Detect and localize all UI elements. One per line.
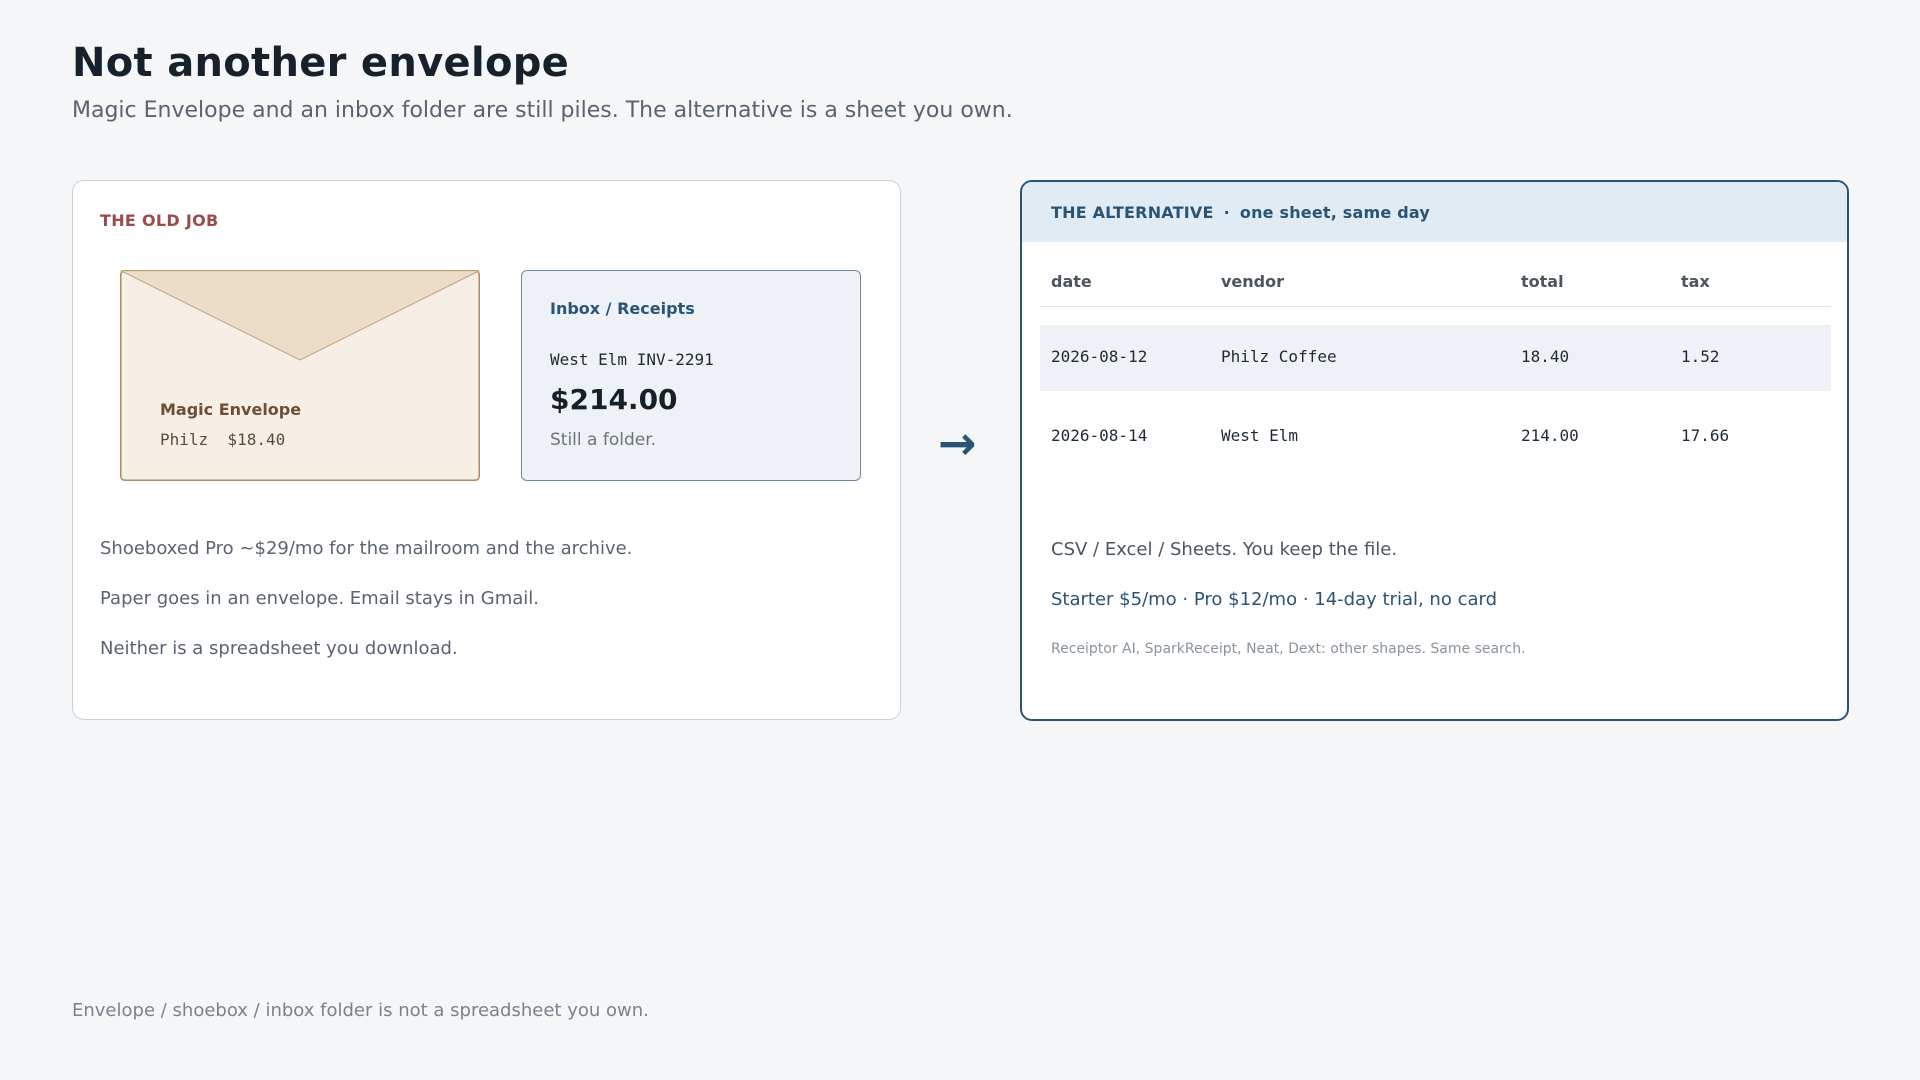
cell-tax: 1.52 [1681, 347, 1720, 366]
envelope-name: Magic Envelope [160, 400, 302, 419]
alternative-card: THE ALTERNATIVE · one sheet, same day da… [1020, 180, 1849, 721]
column-header-date: date [1051, 272, 1092, 291]
competitors-note: Receiptor AI, SparkReceipt, Neat, Dext: … [1051, 641, 1526, 657]
old-job-label: THE OLD JOB [100, 211, 219, 230]
alternative-header: THE ALTERNATIVE · one sheet, same day [1022, 182, 1847, 242]
pricing-line: Starter $5/mo · Pro $12/mo · 14-day tria… [1051, 589, 1498, 610]
cell-total: 18.40 [1521, 347, 1570, 366]
old-note: Neither is a spreadsheet you download. [100, 638, 458, 659]
column-header-vendor: vendor [1221, 272, 1285, 291]
table-row: 2026-08-12 Philz Coffee 18.40 1.52 [1040, 325, 1831, 391]
old-job-notes: Shoeboxed Pro ~$29/mo for the mailroom a… [100, 538, 632, 688]
slide: Not another envelope Magic Envelope and … [0, 0, 1920, 1080]
column-header-tax: tax [1681, 272, 1710, 291]
table-row: 2026-08-14 West Elm 214.00 17.66 [1040, 404, 1831, 470]
page-subtitle: Magic Envelope and an inbox folder are s… [72, 98, 1013, 123]
cell-vendor: Philz Coffee [1221, 347, 1337, 366]
cell-date: 2026-08-12 [1051, 347, 1148, 366]
old-job-card: THE OLD JOB Magic Envelope Philz $18.40 … [72, 180, 901, 720]
inbox-note: Still a folder. [550, 430, 657, 450]
cell-tax: 17.66 [1681, 426, 1730, 445]
envelope-icon [120, 270, 480, 481]
magic-envelope: Magic Envelope Philz $18.40 [120, 270, 480, 481]
export-formats: CSV / Excel / Sheets. You keep the file. [1051, 539, 1398, 560]
alternative-label: THE ALTERNATIVE [1051, 202, 1214, 222]
cell-total: 214.00 [1521, 426, 1579, 445]
inbox-title: Inbox / Receipts [550, 299, 695, 318]
inbox-amount: $214.00 [550, 383, 678, 416]
table-divider [1040, 306, 1831, 307]
column-header-total: total [1521, 272, 1564, 291]
old-note: Shoeboxed Pro ~$29/mo for the mailroom a… [100, 538, 633, 559]
envelope-receipt: Philz $18.40 [160, 430, 286, 449]
footer-note: Envelope / shoebox / inbox folder is not… [72, 1000, 649, 1021]
cell-vendor: West Elm [1221, 426, 1299, 445]
header-separator: · [1223, 202, 1230, 222]
old-note: Paper goes in an envelope. Email stays i… [100, 588, 540, 609]
cell-date: 2026-08-14 [1051, 426, 1148, 445]
inbox-receipts-panel: Inbox / Receipts West Elm INV-2291 $214.… [521, 270, 861, 481]
alternative-note: one sheet, same day [1239, 202, 1431, 222]
page-title: Not another envelope [72, 40, 570, 86]
right-arrow-icon: → [938, 416, 977, 470]
inbox-invoice: West Elm INV-2291 [550, 350, 714, 369]
